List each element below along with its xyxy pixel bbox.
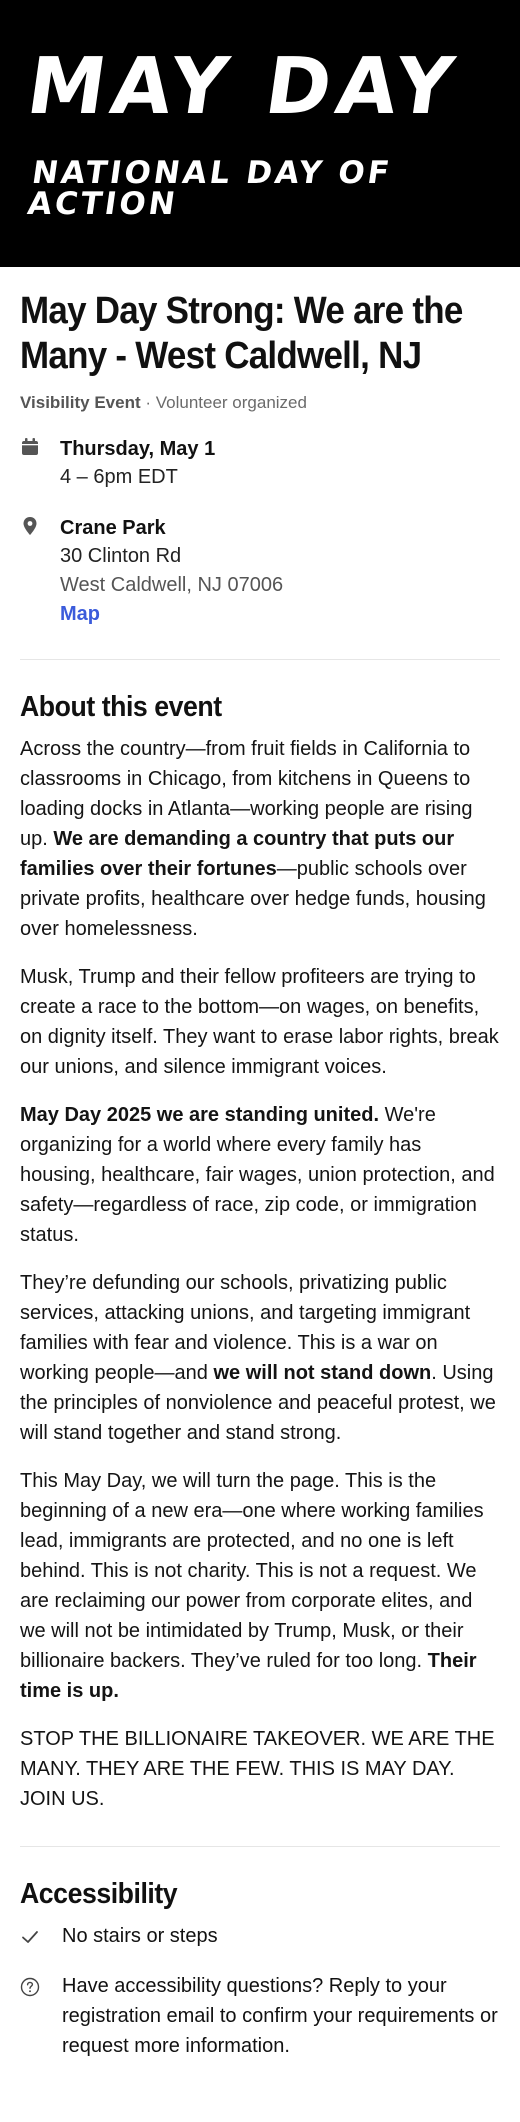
about-paragraph-2: Musk, Trump and their fellow profiteers …	[20, 966, 499, 1078]
about-paragraph-3: May Day 2025 we are standing united. We'…	[20, 1100, 500, 1250]
about-p3-bold: May Day 2025 we are standing united.	[20, 1104, 380, 1126]
accessibility-item-label: Have accessibility questions? Reply to y…	[62, 1975, 498, 2057]
hero-banner: MAY DAY NATIONAL DAY OF ACTION	[0, 0, 520, 267]
event-time: 4 – 6pm EDT	[60, 466, 178, 488]
event-title: May Day Strong: We are the Many - West C…	[20, 290, 463, 377]
about-paragraph-5: This May Day, we will turn the page. Thi…	[20, 1466, 500, 1706]
event-organizer: Volunteer organized	[155, 393, 307, 412]
calendar-icon	[20, 437, 40, 457]
event-date-row: Thursday, May 1 4 – 6pm EDT	[20, 435, 500, 492]
event-type: Visibility Event	[20, 393, 141, 412]
divider	[20, 659, 500, 660]
check-icon	[20, 1926, 40, 1946]
divider-2	[20, 1846, 500, 1847]
hero-title: MAY DAY	[21, 42, 465, 132]
hero-subtitle: NATIONAL DAY OF ACTION	[25, 155, 395, 222]
event-info: Thursday, May 1 4 – 6pm EDT Crane Park 3…	[20, 435, 500, 629]
about-p4-bold: we will not stand down	[213, 1362, 432, 1384]
address-line-1: 30 Clinton Rd	[60, 545, 182, 567]
accessibility-item-questions: Have accessibility questions? Reply to y…	[20, 1971, 500, 2061]
about-paragraph-4: They’re defunding our schools, privatizi…	[20, 1268, 500, 1448]
accessibility-item-label: No stairs or steps	[62, 1925, 218, 1947]
about-p5-text: This May Day, we will turn the page. Thi…	[20, 1470, 484, 1672]
about-heading: About this event	[20, 691, 222, 723]
event-location-row: Crane Park 30 Clinton Rd West Caldwell, …	[20, 514, 500, 629]
map-pin-icon	[20, 516, 40, 536]
meta-separator: ·	[140, 393, 156, 412]
map-link[interactable]: Map	[60, 603, 100, 625]
about-paragraph-6: STOP THE BILLIONAIRE TAKEOVER. WE ARE TH…	[20, 1728, 495, 1810]
about-paragraph-1: Across the country—from fruit fields in …	[20, 734, 500, 944]
event-meta: Visibility Event · Volunteer organized	[20, 393, 500, 413]
event-date: Thursday, May 1	[60, 438, 216, 460]
event-content: May Day Strong: We are the Many - West C…	[0, 289, 520, 2061]
question-circle-icon	[20, 1976, 40, 1997]
address-line-2: West Caldwell, NJ 07006	[60, 574, 284, 596]
location-name: Crane Park	[60, 517, 166, 539]
accessibility-heading: Accessibility	[20, 1878, 178, 1910]
accessibility-item-no-stairs: No stairs or steps	[20, 1921, 500, 1951]
